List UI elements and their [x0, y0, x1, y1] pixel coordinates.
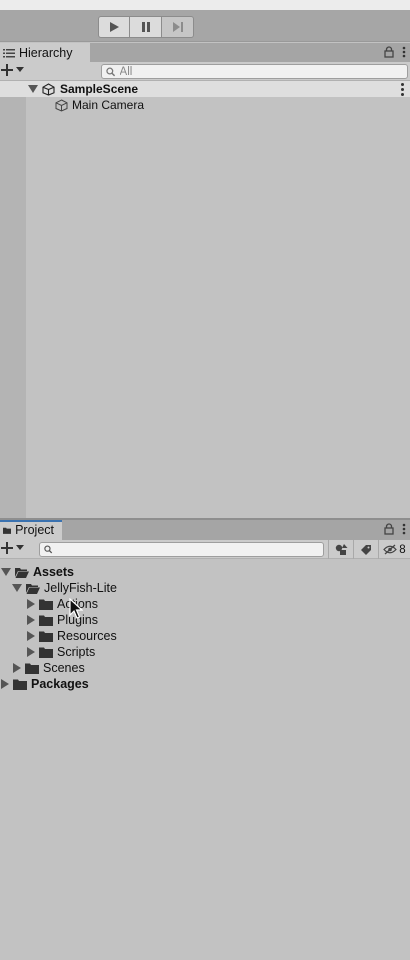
scene-row[interactable]: SampleScene — [0, 81, 410, 97]
expand-caret-icon[interactable] — [27, 599, 35, 609]
search-by-type-button[interactable] — [328, 540, 353, 559]
window-top-strip — [0, 0, 410, 10]
hidden-packages-count: 8 — [399, 543, 406, 556]
step-button[interactable] — [162, 16, 194, 38]
folder-open-icon — [15, 567, 29, 578]
expand-caret-icon[interactable] — [13, 663, 21, 673]
create-dropdown[interactable] — [1, 542, 24, 554]
mouse-cursor-icon — [69, 598, 83, 619]
gameobject-cube-icon — [55, 98, 68, 112]
expand-caret-icon[interactable] — [28, 85, 38, 93]
project-search-input[interactable] — [56, 543, 323, 556]
hierarchy-tab-tools — [384, 46, 406, 58]
hierarchy-tabbar: Hierarchy — [0, 43, 410, 63]
project-toolbar: 8 — [0, 540, 410, 559]
scene-name: SampleScene — [60, 82, 139, 96]
step-icon — [172, 22, 183, 32]
tree-item-packages[interactable]: Packages — [0, 676, 89, 692]
pause-icon — [141, 22, 150, 32]
folder-open-icon — [26, 583, 40, 594]
hierarchy-item-label: Main Camera — [72, 98, 145, 112]
folder-icon — [39, 615, 53, 626]
scene-more-icon[interactable] — [401, 83, 404, 96]
tree-item-resources[interactable]: Resources — [0, 628, 117, 644]
tree-item-assets[interactable]: Assets — [0, 564, 74, 580]
tree-item-label: Scenes — [43, 661, 85, 675]
eye-hidden-icon — [383, 544, 398, 555]
chevron-down-icon — [16, 545, 24, 550]
tree-item-label: Packages — [31, 677, 89, 691]
lock-icon[interactable] — [384, 523, 394, 535]
plus-icon — [1, 64, 13, 76]
tree-item-label: Resources — [57, 629, 117, 643]
search-icon — [106, 67, 116, 76]
hierarchy-search[interactable] — [101, 64, 408, 79]
pause-button[interactable] — [130, 16, 162, 38]
expand-caret-icon[interactable] — [27, 631, 35, 641]
folder-icon — [3, 527, 12, 534]
hierarchy-gutter — [0, 81, 26, 518]
type-filter-icon — [335, 543, 347, 555]
tree-item-scripts[interactable]: Scripts — [0, 644, 95, 660]
folder-icon — [39, 647, 53, 658]
hierarchy-list-icon — [3, 49, 15, 58]
lock-icon[interactable] — [384, 46, 394, 58]
create-dropdown[interactable] — [1, 64, 24, 76]
tag-icon — [361, 544, 371, 555]
tab-hierarchy-label: Hierarchy — [19, 46, 73, 60]
expand-caret-icon[interactable] — [1, 679, 9, 689]
active-tab-indicator — [0, 520, 62, 522]
play-icon — [110, 22, 119, 32]
more-options-icon[interactable] — [402, 46, 406, 58]
main-toolbar — [0, 10, 410, 42]
more-options-icon[interactable] — [402, 523, 406, 535]
search-icon — [44, 545, 53, 554]
expand-caret-icon[interactable] — [27, 647, 35, 657]
tab-project[interactable]: Project — [0, 520, 62, 540]
folder-icon — [25, 663, 39, 674]
chevron-down-icon — [16, 67, 24, 72]
project-filter-tools: 8 — [328, 540, 410, 559]
expand-caret-icon[interactable] — [1, 568, 11, 576]
tree-item-scenes[interactable]: Scenes — [0, 660, 85, 676]
tab-hierarchy[interactable]: Hierarchy — [0, 43, 90, 63]
hierarchy-item[interactable]: Main Camera — [0, 97, 410, 113]
tree-item-label: JellyFish-Lite — [44, 581, 117, 595]
hierarchy-search-input[interactable] — [119, 65, 407, 78]
hierarchy-content: SampleScene Main Camera — [0, 81, 410, 518]
folder-icon — [39, 631, 53, 642]
tree-item-actions[interactable]: Actions — [0, 596, 98, 612]
project-tree: Assets JellyFish-Lite Actions Plugins Re… — [0, 560, 410, 960]
tree-item-jellyfish[interactable]: JellyFish-Lite — [0, 580, 117, 596]
project-tab-tools — [384, 523, 406, 535]
expand-caret-icon[interactable] — [27, 615, 35, 625]
project-tabbar: Project — [0, 520, 410, 540]
tab-project-label: Project — [15, 523, 54, 537]
hidden-packages-toggle[interactable]: 8 — [378, 540, 410, 559]
tree-item-label: Scripts — [57, 645, 96, 659]
expand-caret-icon[interactable] — [12, 584, 22, 592]
play-button[interactable] — [98, 16, 130, 38]
playmode-controls — [98, 16, 194, 38]
hierarchy-toolbar — [0, 62, 410, 81]
project-search[interactable] — [39, 542, 324, 557]
plus-icon — [1, 542, 13, 554]
folder-icon — [13, 679, 27, 690]
unity-scene-icon — [42, 82, 55, 96]
tree-item-plugins[interactable]: Plugins — [0, 612, 98, 628]
tree-item-label: Assets — [33, 565, 74, 579]
search-by-label-button[interactable] — [353, 540, 378, 559]
folder-icon — [39, 599, 53, 610]
